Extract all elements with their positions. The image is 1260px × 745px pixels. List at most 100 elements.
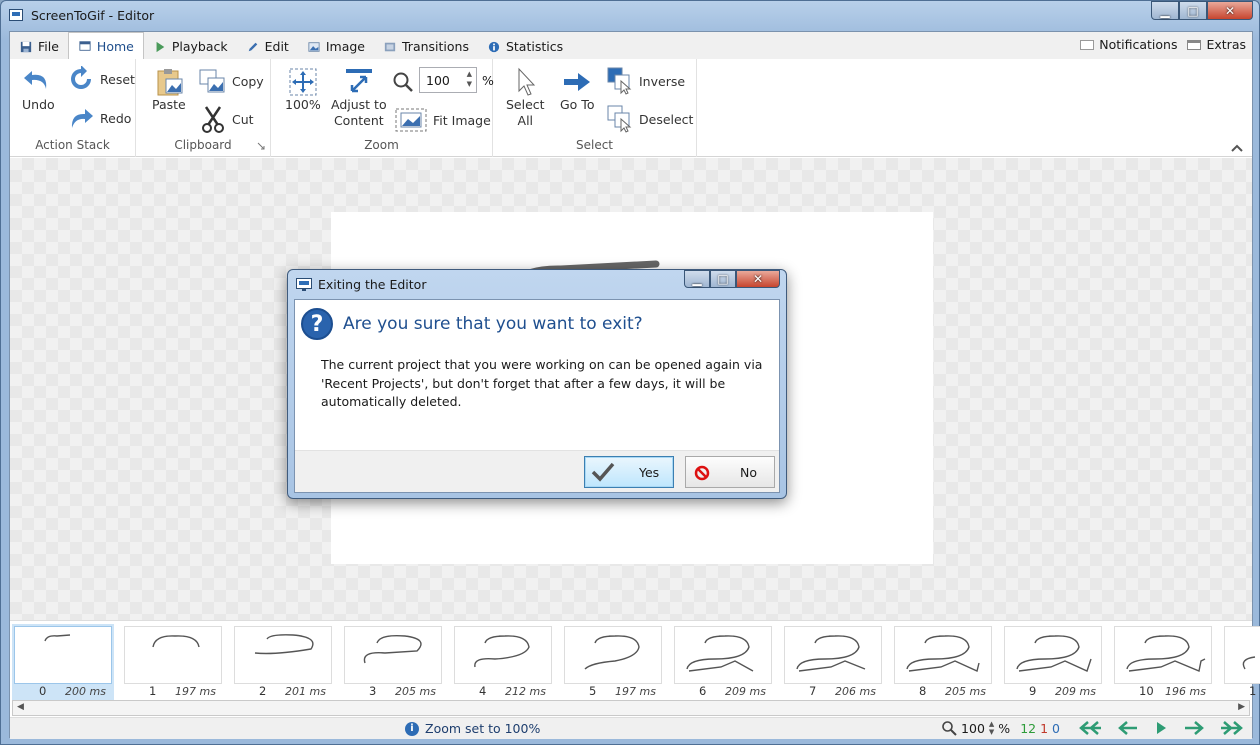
tab-playback[interactable]: Playback: [144, 34, 237, 59]
group-select: Select All Go To Inverse Deselect Select: [493, 59, 697, 157]
frame-delay: 205 ms: [945, 685, 986, 698]
scroll-left-icon[interactable]: ◀: [17, 702, 24, 712]
dialog-window-controls: ▁ □ ✕: [684, 270, 780, 288]
dialog-footer: Yes No: [295, 450, 779, 492]
previous-frame-icon[interactable]: [1118, 721, 1138, 735]
zoom-stepper[interactable]: ▲ ▼: [467, 69, 472, 89]
go-to-button[interactable]: Go To: [560, 67, 594, 113]
frame-thumbnail-image: [894, 626, 992, 684]
arrow-right-icon: [564, 73, 591, 91]
no-button[interactable]: No: [685, 456, 775, 488]
dialog-launcher-icon[interactable]: [257, 142, 265, 150]
magnifier-icon: [942, 721, 957, 736]
frame-thumbnail[interactable]: 10 196 ms: [1112, 624, 1214, 702]
frame-thumbnail[interactable]: 3 205 ms: [342, 624, 444, 702]
frame-stroke: [584, 635, 640, 670]
tab-image[interactable]: Image: [298, 34, 374, 59]
next-frame-icon[interactable]: [1184, 721, 1204, 735]
copy-label: Copy: [232, 73, 264, 89]
maximize-button[interactable]: □: [1179, 1, 1207, 20]
pencil-icon: [248, 42, 257, 51]
frame-thumbnail[interactable]: 1 197 ms: [122, 624, 224, 702]
tab-label: Home: [96, 38, 134, 54]
status-message: i Zoom set to 100%: [405, 721, 540, 736]
tab-transitions[interactable]: Transitions: [374, 34, 478, 59]
dialog-minimize-button[interactable]: ▁: [684, 270, 710, 288]
frame-thumbnail[interactable]: 5 197 ms: [562, 624, 664, 702]
tab-label: File: [38, 39, 59, 54]
horizontal-scrollbar[interactable]: ◀ ▶: [12, 700, 1250, 716]
redo-icon: [71, 109, 93, 128]
home-icon: [79, 41, 91, 51]
tab-statistics[interactable]: Statistics: [478, 34, 572, 59]
frame-number: 1: [149, 684, 157, 698]
redo-label: Redo: [100, 110, 132, 126]
tab-edit[interactable]: Edit: [237, 34, 298, 59]
zoom-input[interactable]: 100 ▲ ▼: [419, 67, 477, 93]
tab-label: Statistics: [505, 39, 564, 54]
frame-thumbnail[interactable]: 9 209 ms: [1002, 624, 1104, 702]
scroll-right-icon[interactable]: ▶: [1238, 702, 1245, 712]
frame-thumbnail[interactable]: 2 201 ms: [232, 624, 334, 702]
selected-count: 1: [1040, 720, 1049, 736]
deselect-icon: [607, 105, 632, 133]
frame-thumbnail[interactable]: 0 200 ms: [12, 624, 114, 702]
tab-file[interactable]: File: [10, 34, 68, 59]
frame-thumbnail-image: [1114, 626, 1212, 684]
frame-thumbnail-image: [564, 626, 662, 684]
select-all-label-2: All: [517, 113, 534, 128]
frame-thumbnail-image: [1004, 626, 1102, 684]
frame-thumbnail-image: [344, 626, 442, 684]
status-zoom-stepper[interactable]: ▲ ▼: [989, 720, 994, 736]
frame-thumbnail[interactable]: 4 212 ms: [452, 624, 554, 702]
paste-button[interactable]: Paste: [152, 67, 186, 113]
select-all-label-1: Select: [506, 97, 545, 112]
notifications-button[interactable]: Notifications: [1080, 37, 1177, 52]
frame-stroke: [363, 634, 422, 664]
magnifier-icon: [393, 72, 413, 92]
undo-label: Undo: [22, 97, 55, 112]
last-frame-icon[interactable]: [1220, 721, 1246, 735]
dialog-maximize-button[interactable]: □: [710, 270, 736, 288]
cut-button[interactable]: Cut: [200, 105, 254, 133]
close-button[interactable]: ✕: [1207, 1, 1253, 20]
undo-button[interactable]: Undo: [22, 65, 55, 113]
frame-number: 9: [1029, 684, 1037, 698]
frame-delay: 197 ms: [175, 685, 216, 698]
frame-number: 6: [699, 684, 707, 698]
select-all-button[interactable]: Select All: [506, 67, 545, 129]
fit-image-button[interactable]: Fit Image: [395, 108, 491, 132]
dialog-close-button[interactable]: ✕: [736, 270, 780, 288]
zoom-100-button[interactable]: 100%: [285, 67, 321, 113]
frame-thumbnail-image: [234, 626, 332, 684]
frame-thumbnail[interactable]: 1: [1222, 624, 1260, 702]
tab-label: Playback: [171, 39, 228, 54]
maximize-icon: □: [717, 272, 729, 286]
redo-button[interactable]: Redo: [68, 105, 131, 131]
undo-icon: [24, 71, 47, 89]
dialog-title-bar[interactable]: Exiting the Editor: [296, 277, 426, 292]
extras-button[interactable]: Extras: [1187, 37, 1246, 52]
deselect-button[interactable]: Deselect: [607, 105, 693, 133]
scissors-icon: [202, 106, 224, 133]
inverse-button[interactable]: Inverse: [607, 67, 685, 95]
yes-button[interactable]: Yes: [584, 456, 674, 488]
play-icon[interactable]: [1154, 721, 1168, 735]
tab-home[interactable]: Home: [67, 32, 144, 59]
collapse-ribbon-icon[interactable]: [1230, 143, 1244, 153]
fit-image-label: Fit Image: [433, 112, 491, 128]
status-zoom-value[interactable]: 100: [961, 721, 985, 736]
frame-delay: 209 ms: [1055, 685, 1096, 698]
dialog-header: ? Are you sure that you want to exit?: [295, 300, 779, 348]
first-frame-icon[interactable]: [1076, 721, 1102, 735]
reset-button[interactable]: Reset: [68, 66, 135, 92]
frame-thumbnail[interactable]: 7 206 ms: [782, 624, 884, 702]
title-bar[interactable]: ScreenToGif - Editor ▁ □ ✕: [1, 1, 1259, 29]
frame-delay: 201 ms: [285, 685, 326, 698]
frame-thumbnail[interactable]: 6 209 ms: [672, 624, 774, 702]
adjust-to-content-button[interactable]: Adjust to Content: [331, 67, 387, 129]
frame-thumbnail-image: [674, 626, 772, 684]
minimize-button[interactable]: ▁: [1151, 1, 1179, 20]
copy-button[interactable]: Copy: [198, 67, 264, 95]
frame-thumbnail[interactable]: 8 205 ms: [892, 624, 994, 702]
